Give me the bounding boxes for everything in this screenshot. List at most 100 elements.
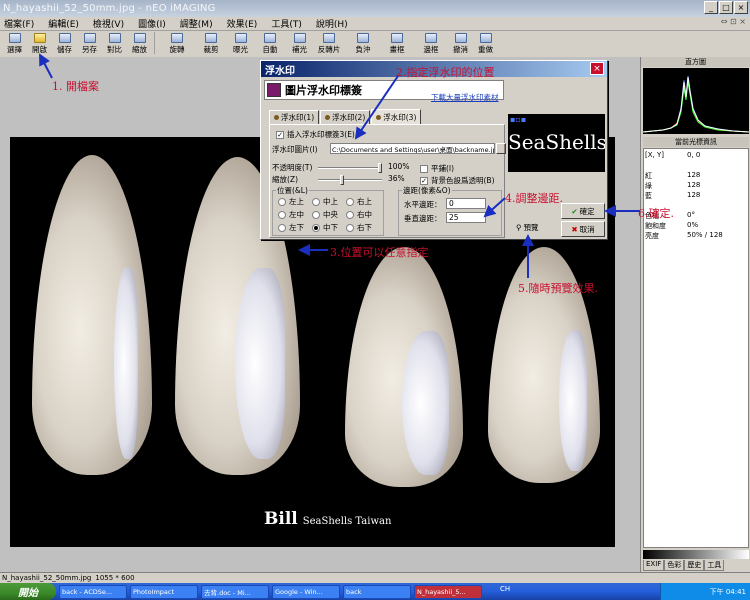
- task-google[interactable]: Google - Win...: [272, 584, 340, 599]
- zoom-button[interactable]: 縮放: [127, 32, 152, 56]
- info-value: 128: [687, 171, 701, 179]
- radio-button: [312, 210, 320, 219]
- tile-checkbox[interactable]: 平鋪(I): [420, 163, 454, 174]
- reversal-film-label: 反轉片: [317, 45, 341, 54]
- undo-button[interactable]: 撤消: [448, 32, 473, 56]
- task-acdsee[interactable]: back - ACDSe...: [59, 584, 127, 599]
- compare-button[interactable]: 對比: [102, 32, 127, 56]
- checkbox-box: ✓: [276, 130, 284, 139]
- menu-image[interactable]: 圖像(I): [138, 17, 166, 30]
- info-row-saturation: 飽和度 0%: [645, 221, 749, 231]
- position-top-center[interactable]: 中上: [312, 196, 338, 207]
- frame-label: 畫框: [389, 45, 405, 54]
- maximize-button[interactable]: □: [719, 1, 733, 14]
- info-key: 藍: [645, 192, 652, 200]
- language-indicator[interactable]: CH: [500, 585, 510, 593]
- crop-label: 裁剪: [203, 45, 219, 54]
- open-button[interactable]: 開啟: [27, 32, 52, 56]
- opacity-slider-thumb[interactable]: [378, 163, 382, 173]
- preview-text: SeaShells: [508, 130, 605, 154]
- insert-watermark-checkbox[interactable]: ✓ 插入浮水印標簽3(E): [276, 129, 355, 140]
- v-margin-input[interactable]: 25: [446, 212, 486, 223]
- scale-value: 36%: [388, 174, 405, 183]
- select-button[interactable]: 選擇: [2, 32, 27, 56]
- frame-button[interactable]: 畫框: [380, 32, 414, 56]
- position-top-right[interactable]: 右上: [346, 196, 372, 207]
- radio-button: [278, 197, 286, 206]
- dialog-header-text: 圖片浮水印標簽: [285, 84, 362, 97]
- minimize-button[interactable]: _: [704, 1, 718, 14]
- v-margin-label: 垂直邊距：: [404, 214, 442, 223]
- menu-adjust[interactable]: 調整(M): [180, 17, 213, 30]
- close-button[interactable]: ×: [734, 1, 748, 14]
- menu-help[interactable]: 說明(H): [316, 17, 348, 30]
- annotation-open-file: 1. 開檔案: [52, 80, 99, 93]
- mdi-controls[interactable]: ⇔ ⊡ ×: [721, 17, 746, 26]
- fill-light-label: 補光: [292, 45, 307, 54]
- radio-button: [312, 197, 320, 206]
- cancel-button[interactable]: ✖ 取消: [561, 221, 605, 237]
- task-word-doc[interactable]: 去背.doc - Mi...: [201, 584, 269, 599]
- border-button[interactable]: 邊框: [414, 32, 448, 56]
- watermark-tabs: 浮水印(1) 浮水印(2) 浮水印(3): [269, 109, 422, 124]
- position-middle-right[interactable]: 右中: [346, 209, 372, 220]
- negative-button[interactable]: 負沖: [346, 32, 380, 56]
- rotate-button[interactable]: 旋轉: [160, 32, 194, 56]
- position-middle-left[interactable]: 左中: [278, 209, 304, 220]
- download-watermark-link[interactable]: 下載大量浮水印素材: [431, 92, 499, 103]
- info-key: 飽和度: [645, 222, 666, 230]
- fill-light-button[interactable]: 補光: [287, 32, 312, 56]
- position-bottom-right[interactable]: 右下: [346, 222, 372, 233]
- preview-button[interactable]: ⚲ 預覽: [516, 222, 539, 233]
- negative-label: 負沖: [355, 45, 371, 54]
- save-as-button[interactable]: 另存: [77, 32, 102, 56]
- auto-button[interactable]: 自動: [253, 32, 287, 56]
- tab-tools[interactable]: 工具: [704, 560, 725, 571]
- opacity-slider[interactable]: [318, 163, 382, 173]
- position-bottom-center[interactable]: 中下: [312, 222, 338, 233]
- radio-label: 左中: [289, 210, 304, 219]
- redo-button[interactable]: 重做: [473, 32, 498, 56]
- scale-slider[interactable]: [318, 175, 382, 185]
- menu-view[interactable]: 檢視(V): [93, 17, 124, 30]
- scale-slider-thumb[interactable]: [339, 175, 344, 185]
- save-button[interactable]: 儲存: [52, 32, 77, 56]
- exposure-button[interactable]: 曝光: [228, 32, 253, 56]
- info-row-green: 綠 128: [645, 181, 749, 191]
- info-value: 50% / 128: [687, 231, 723, 239]
- tab-color[interactable]: 色彩: [664, 560, 685, 571]
- browse-button[interactable]: [496, 143, 506, 154]
- radio-label: 中央: [323, 210, 338, 219]
- position-center[interactable]: 中央: [312, 209, 338, 220]
- preview-indicator: ▪▫▪: [510, 115, 527, 124]
- shell-2-aperture: [235, 268, 285, 460]
- menu-file[interactable]: 檔案(F): [4, 17, 34, 30]
- toolbar: 選擇 開啟 儲存 另存 對比 縮放 旋轉 裁剪 曝光 自動 補光 反轉片 負沖 …: [0, 32, 640, 56]
- save-as-label: 另存: [82, 45, 97, 54]
- annotation-watermark-position: 2.指定浮水印的位置: [396, 66, 495, 79]
- task-back-folder[interactable]: back: [343, 584, 411, 599]
- tab-exif[interactable]: EXIF: [643, 560, 665, 571]
- radio-label: 右下: [357, 223, 372, 232]
- task-photoimpact[interactable]: PhotoImpact: [130, 584, 198, 599]
- menu-tools[interactable]: 工具(T): [271, 17, 302, 30]
- tab-watermark-1[interactable]: 浮水印(1): [269, 110, 320, 124]
- ok-button[interactable]: ✔ 確定: [561, 203, 605, 219]
- start-button[interactable]: 開始: [0, 583, 56, 600]
- menu-edit[interactable]: 編輯(E): [48, 17, 79, 30]
- h-margin-input[interactable]: 0: [446, 198, 486, 209]
- tab-watermark-3[interactable]: 浮水印(3): [371, 109, 422, 124]
- crop-button[interactable]: 裁剪: [194, 32, 228, 56]
- position-bottom-left[interactable]: 左下: [278, 222, 304, 233]
- menu-effects[interactable]: 效果(E): [227, 17, 258, 30]
- tab-history[interactable]: 歷史: [684, 560, 705, 571]
- reversal-film-button[interactable]: 反轉片: [312, 32, 346, 56]
- dialog-close-button[interactable]: ×: [590, 62, 604, 75]
- tab-watermark-2[interactable]: 浮水印(2): [320, 110, 371, 124]
- task-neo-imaging[interactable]: N_hayashii_5...: [414, 584, 482, 599]
- preview-label: 預覽: [523, 223, 539, 232]
- radio-label: 右上: [357, 197, 372, 206]
- fill-light-icon: [293, 33, 306, 43]
- position-top-left[interactable]: 左上: [278, 196, 304, 207]
- image-path-input[interactable]: C:\Documents and Settings\user\桌面\backna…: [330, 143, 495, 154]
